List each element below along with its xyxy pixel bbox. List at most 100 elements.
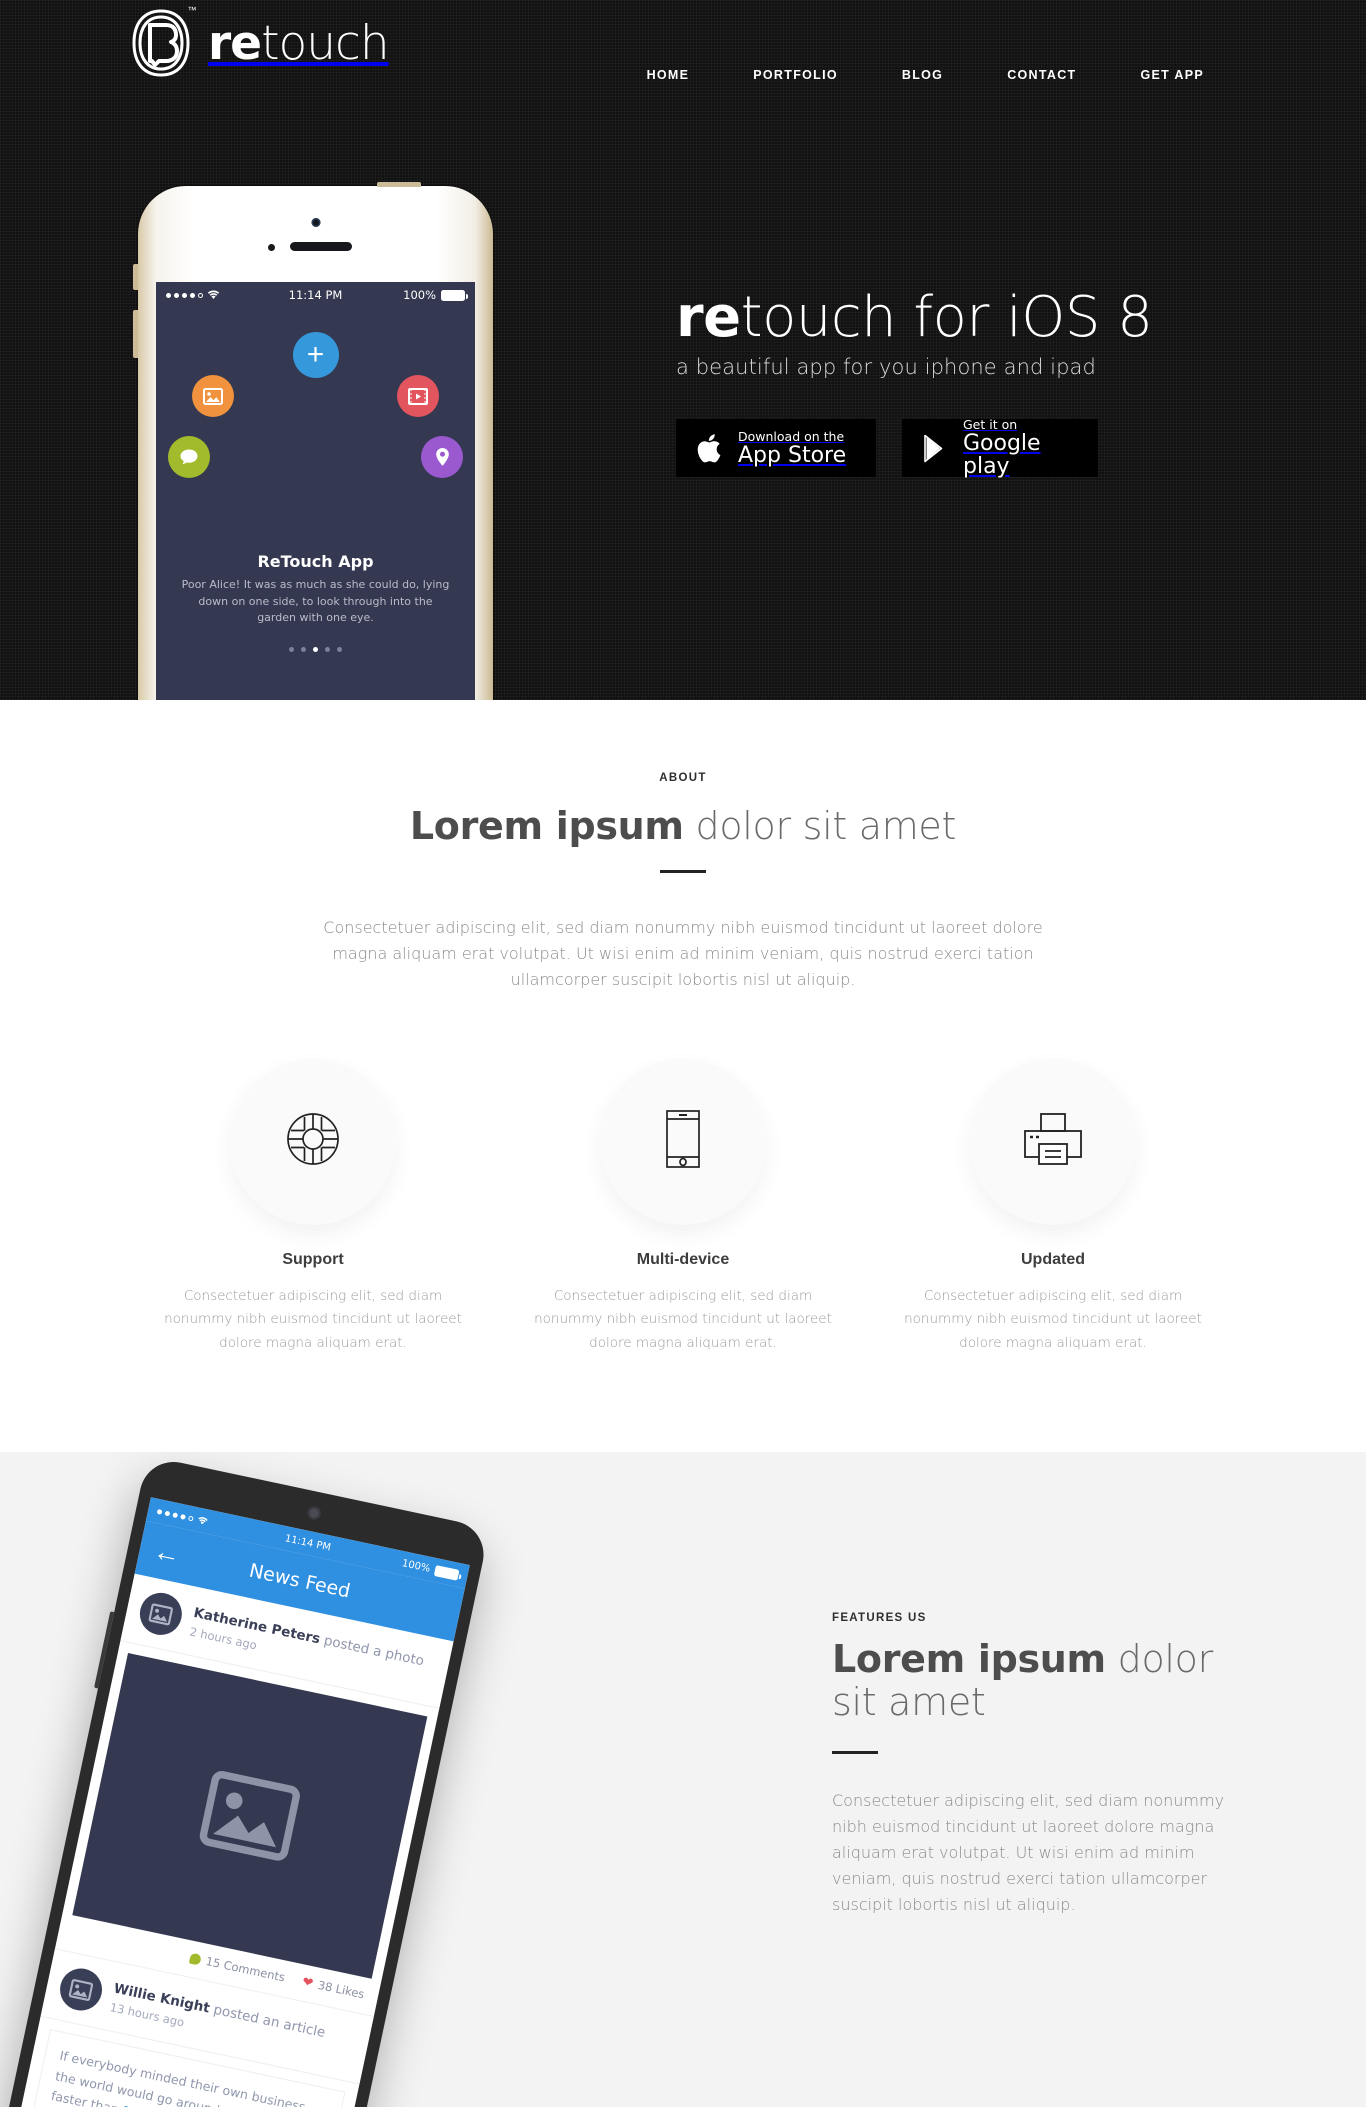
pagination-dot[interactable] (337, 646, 342, 652)
app-store-big-label: App Store (738, 442, 847, 468)
signal-dots-icon (166, 292, 203, 298)
feature-icon-wrapper (230, 1058, 396, 1225)
pagination-dot[interactable] (301, 646, 306, 652)
battery-icon (433, 1564, 460, 1580)
app-icon-cluster: + (156, 326, 475, 536)
features-us-paragraph: Consectetuer adipiscing elit, sed diam n… (832, 1790, 1225, 1914)
nav-item-blog[interactable]: BLOG (870, 68, 975, 82)
feature-title: Multi-device (636, 1250, 730, 1268)
hero-copy: retouch for iOS 8 a beautiful app for yo… (676, 288, 1276, 479)
feature-title: Support (282, 1250, 344, 1268)
front-camera-icon (311, 218, 320, 227)
nav-item-home[interactable]: HOME (615, 68, 722, 82)
feature-description: Consectetuer adipiscing elit, sed diam n… (164, 1287, 462, 1351)
brand-wordmark: retouch (208, 20, 390, 67)
image-icon[interactable] (192, 375, 234, 417)
pagination-dot-active[interactable] (313, 646, 318, 652)
feature-description: Consectetuer adipiscing elit, sed diam n… (904, 1287, 1202, 1351)
avatar (56, 1964, 106, 2015)
apple-icon (697, 432, 725, 465)
signal-indicator (166, 290, 266, 300)
power-button (377, 182, 421, 187)
brand-logo-link[interactable]: ™ retouch (128, 2, 390, 84)
google-play-small-label: Get it on (963, 417, 1018, 433)
proximity-sensor (268, 244, 275, 251)
earpiece-speaker (290, 242, 352, 251)
lifebuoy-icon (285, 1111, 341, 1172)
hero-title-bold: re (676, 285, 741, 350)
comments-label: 15 Comments (204, 1953, 287, 1985)
likes-count[interactable]: ❤ 38 Likes (301, 1974, 366, 2001)
features-us-divider (832, 1750, 878, 1754)
battery-icon (441, 289, 469, 301)
google-play-icon (923, 434, 950, 463)
google-play-big-label: Google play (963, 431, 1041, 480)
printer-icon (1022, 1111, 1084, 1172)
brand-name-light: touch (261, 15, 390, 71)
location-pin-icon[interactable] (421, 436, 463, 478)
about-lead-paragraph: Consectetuer adipiscing elit, sed diam n… (323, 918, 1043, 989)
feature-title: Updated (1021, 1250, 1085, 1268)
trademark-symbol: ™ (187, 5, 197, 15)
volume-button (94, 1610, 115, 1689)
features-us-eyebrow: FEATURES US (832, 1611, 927, 1624)
about-feature-grid: Support Consectetuer adipiscing elit, se… (128, 1058, 1238, 1356)
hero-title: retouch for iOS 8 (676, 288, 1276, 347)
pagination-dot[interactable] (325, 646, 330, 652)
feature-card-support: Support Consectetuer adipiscing elit, se… (128, 1058, 498, 1356)
app-store-button[interactable]: Download on the App Store (676, 419, 876, 478)
about-divider (660, 870, 706, 873)
about-title-bold: Lorem ipsum (409, 804, 684, 848)
battery-indicator: 100% (365, 288, 469, 302)
feature-card-updated: Updated Consectetuer adipiscing elit, se… (868, 1058, 1238, 1356)
heart-icon: ❤ (300, 1973, 315, 1991)
wifi-icon (198, 1516, 208, 1524)
pagination-dot[interactable] (289, 646, 294, 652)
brand-name-bold: re (208, 15, 262, 71)
iphone-screen: 11:14 PM 100% + ReTouch App Poor Alice! … (156, 282, 475, 700)
comment-bubble-icon (189, 1951, 203, 1965)
nav-item-get-app[interactable]: GET APP (1108, 68, 1236, 82)
store-buttons-row: Download on the App Store Get it on Goog… (676, 418, 1276, 479)
image-placeholder-icon (199, 1770, 300, 1861)
nav-item-contact[interactable]: CONTACT (975, 68, 1108, 82)
hero-section: ™ retouch HOME PORTFOLIO BLOG CONTACT GE… (0, 0, 1366, 700)
top-navigation-bar: ™ retouch HOME PORTFOLIO BLOG CONTACT GE… (0, 0, 1366, 118)
android-screen: 11:14 PM 100% ← News Feed Katherine Pete… (16, 1496, 470, 2107)
iphone-mockup: 11:14 PM 100% + ReTouch App Poor Alice! … (133, 182, 493, 700)
ios-status-bar: 11:14 PM 100% (156, 282, 475, 308)
person-icon[interactable] (288, 428, 344, 486)
features-us-title: Lorem ipsum dolor sit amet (832, 1636, 1232, 1725)
carousel-pagination[interactable] (156, 646, 475, 652)
plus-icon[interactable]: + (292, 332, 339, 378)
avatar (135, 1588, 186, 1639)
feature-icon-wrapper (600, 1058, 766, 1225)
app-screen-title: ReTouch App (257, 552, 374, 571)
android-device-body: 11:14 PM 100% ← News Feed Katherine Pete… (1, 1455, 490, 2107)
features-us-copy: FEATURES US Lorem ipsum dolor sit amet C… (832, 1612, 1232, 1918)
about-title-rest: dolor sit amet (683, 804, 957, 848)
google-play-labels: Get it on Google play (963, 418, 1077, 478)
app-screen-description: Poor Alice! It was as much as she could … (181, 578, 450, 624)
nav-item-portfolio[interactable]: PORTFOLIO (721, 68, 870, 82)
signal-dots-icon (156, 1508, 194, 1521)
mobile-device-icon (663, 1109, 703, 1174)
battery-percent-label: 100% (403, 288, 437, 302)
status-bar-time: 11:14 PM (288, 288, 343, 302)
main-nav: HOME PORTFOLIO BLOG CONTACT GET APP (615, 68, 1236, 82)
features-us-section: 11:14 PM 100% ← News Feed Katherine Pete… (0, 1451, 1366, 2107)
feature-description: Consectetuer adipiscing elit, sed diam n… (534, 1287, 832, 1351)
chat-icon[interactable] (168, 436, 210, 478)
google-play-button[interactable]: Get it on Google play (902, 418, 1098, 479)
app-store-labels: Download on the App Store (738, 430, 846, 467)
battery-percent-label: 100% (401, 1557, 432, 1574)
video-icon[interactable] (397, 375, 439, 417)
front-camera-icon (306, 1504, 322, 1521)
feature-icon-wrapper (970, 1058, 1136, 1225)
likes-label: 38 Likes (316, 1977, 366, 2001)
retouch-b-logo-icon: ™ (128, 5, 197, 79)
about-eyebrow: ABOUT (659, 772, 707, 784)
features-us-title-bold: Lorem ipsum (832, 1636, 1106, 1681)
hero-subtitle: a beautiful app for you iphone and ipad (676, 355, 1096, 380)
app-store-small-label: Download on the (738, 428, 845, 444)
